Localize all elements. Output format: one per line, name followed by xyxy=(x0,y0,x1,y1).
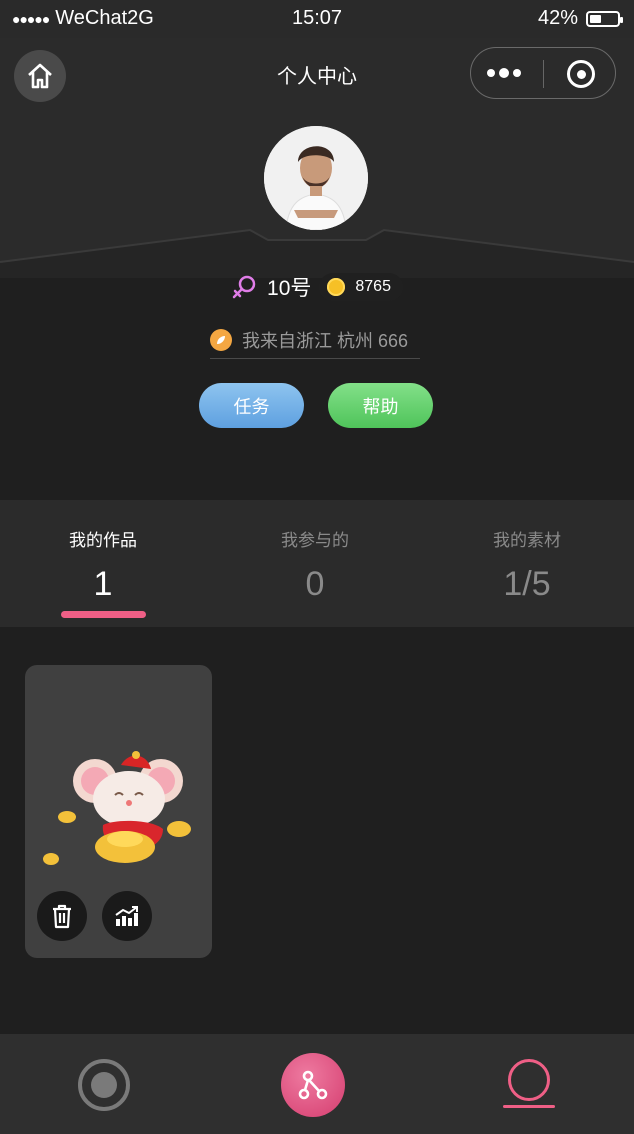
location-row[interactable]: 我来自浙江 杭州 666 xyxy=(210,322,420,359)
work-thumbnail xyxy=(43,751,191,865)
stats-button[interactable] xyxy=(102,891,152,941)
mini-program-capsule xyxy=(470,47,616,99)
location-text: 我来自浙江 杭州 666 xyxy=(242,331,409,351)
branch-icon xyxy=(298,1070,328,1100)
nickname-row: 10号 8765 xyxy=(0,272,634,302)
battery-info: 42% xyxy=(537,7,623,30)
stat-value: 1 xyxy=(93,565,113,603)
task-button[interactable]: 任务 xyxy=(199,383,304,428)
stat-label: 我参与的 xyxy=(281,531,349,550)
coin-icon xyxy=(327,278,346,296)
profile-tab-underline xyxy=(503,1105,555,1108)
target-circle-icon[interactable] xyxy=(567,60,595,88)
header-decoration xyxy=(0,228,634,278)
coin-balance[interactable]: 8765 xyxy=(319,273,403,301)
capsule-divider xyxy=(543,60,544,88)
create-tab-icon[interactable] xyxy=(281,1053,345,1117)
coin-amount: 8765 xyxy=(355,278,391,295)
tab-my-works[interactable]: 我的作品 1 xyxy=(28,526,178,604)
delete-button[interactable] xyxy=(37,891,87,941)
battery-fill xyxy=(590,14,601,23)
help-button[interactable]: 帮助 xyxy=(328,383,433,428)
profile-tab-icon[interactable] xyxy=(508,1059,550,1101)
status-bar: ●●●●● WeChat2G 15:07 42% xyxy=(0,0,634,38)
location-icon xyxy=(210,329,232,351)
nickname: 10号 xyxy=(267,277,312,300)
female-icon xyxy=(232,275,256,299)
stat-label: 我的作品 xyxy=(69,531,137,550)
stat-value: 0 xyxy=(305,565,325,603)
battery-percent: 42% xyxy=(537,7,578,29)
tab-participated[interactable]: 我参与的 0 xyxy=(240,526,390,604)
work-card[interactable] xyxy=(25,665,212,958)
stat-label: 我的素材 xyxy=(493,531,561,550)
battery-icon xyxy=(586,10,623,27)
tab-materials[interactable]: 我的素材 1/5 xyxy=(452,526,602,604)
trash-icon xyxy=(53,904,71,929)
active-tab-indicator xyxy=(61,611,146,618)
home-tab-icon[interactable] xyxy=(78,1059,130,1111)
avatar[interactable] xyxy=(264,126,368,230)
chart-trend-icon xyxy=(115,906,138,926)
stat-value: 1/5 xyxy=(503,565,551,603)
more-dots-icon[interactable] xyxy=(487,61,527,85)
avatar-image xyxy=(264,126,368,230)
